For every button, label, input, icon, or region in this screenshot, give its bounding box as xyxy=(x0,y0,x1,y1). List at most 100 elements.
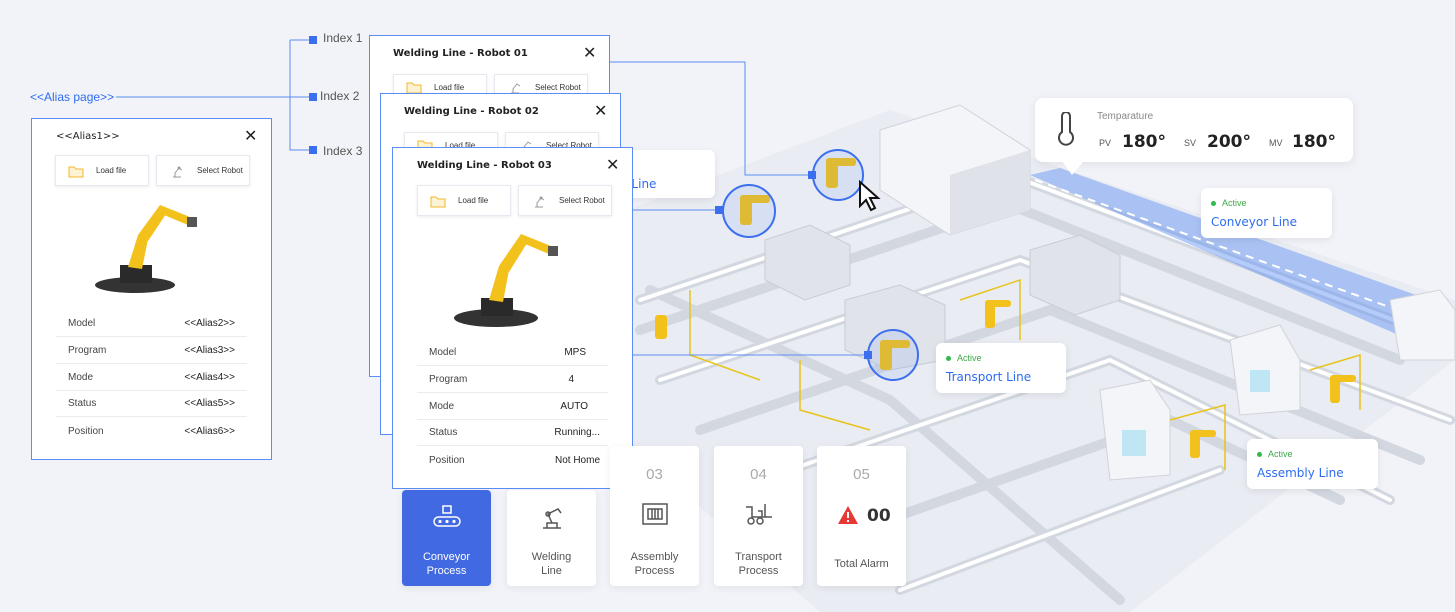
sv-value: 200° xyxy=(1207,132,1251,152)
row-key: Model xyxy=(68,318,96,329)
select-robot-button[interactable]: Select Robot xyxy=(156,155,250,186)
select-robot-label: Select Robot xyxy=(197,166,243,175)
process-label: Transport Process xyxy=(735,551,782,577)
robot-image xyxy=(95,205,197,293)
assembly-icon xyxy=(642,503,668,525)
select-robot-label: Select Robot xyxy=(559,196,605,205)
load-file-label: Load file xyxy=(434,82,465,92)
load-file-button[interactable]: Load file xyxy=(55,155,149,186)
close-icon[interactable]: ✕ xyxy=(606,158,619,174)
row-value: Not Home xyxy=(554,455,600,466)
temperature-title: Temparature xyxy=(1097,111,1154,122)
alarm-count: 00 xyxy=(867,506,891,526)
robot-card-title: Welding Line - Robot 02 xyxy=(404,106,539,117)
index-1-label[interactable]: Index 1 xyxy=(323,31,362,45)
load-file-label: Load file xyxy=(458,196,489,205)
conveyor-process-card[interactable]: Conveyor Process xyxy=(402,490,491,586)
robot-arm-icon xyxy=(511,83,521,94)
assembly-process-card[interactable]: 03 Assembly Process xyxy=(610,446,699,586)
robot-arm-icon xyxy=(535,196,545,207)
row-key: Program xyxy=(429,374,468,385)
info-row-model: Model MPS xyxy=(417,340,608,366)
row-key: Program xyxy=(68,345,107,356)
row-value: <<Alias4>> xyxy=(184,372,235,383)
robot-arm-icon xyxy=(543,508,562,529)
process-label: Conveyor Process xyxy=(422,551,471,577)
info-row-position: Position <<Alias6>> xyxy=(56,419,247,445)
select-robot-label: Select Robot xyxy=(535,82,581,92)
process-number: 05 xyxy=(853,466,870,483)
welding-line-card[interactable]: Welding Line xyxy=(507,490,596,586)
conveyor-icon xyxy=(433,505,461,527)
folder-icon xyxy=(406,82,422,94)
temperature-pointer xyxy=(1062,161,1084,175)
robot-card-03: Welding Line - Robot 03 ✕ Load file Sele… xyxy=(392,147,633,489)
info-row-mode: Mode <<Alias4>> xyxy=(56,365,247,391)
pv-label: PV xyxy=(1099,138,1112,148)
temperature-panel: Temparature PV 180° SV 200° MV 180° xyxy=(1035,98,1353,162)
folder-icon xyxy=(430,196,446,207)
total-alarm-card[interactable]: 05 00 Total Alarm xyxy=(817,446,906,586)
row-key: Status xyxy=(429,427,458,438)
alarm-icon xyxy=(838,506,858,524)
pv-value: 180° xyxy=(1122,132,1166,152)
alias-card-title: <<Alias1>> xyxy=(56,131,120,142)
close-icon[interactable]: ✕ xyxy=(583,46,596,62)
transport-process-card[interactable]: 04 Transport Process xyxy=(714,446,803,586)
row-value: 4 xyxy=(568,374,574,385)
robot-arm-icon xyxy=(173,166,183,177)
line-name: Conveyor Line xyxy=(1211,215,1298,229)
sv-label: SV xyxy=(1184,138,1197,148)
thermometer-icon xyxy=(1058,112,1074,146)
index-2-label[interactable]: Index 2 xyxy=(320,89,359,103)
conveyor-line-tag[interactable]: Active Conveyor Line xyxy=(1201,188,1332,238)
robot-card-title: Welding Line - Robot 03 xyxy=(417,160,552,171)
line-name: Transport Line xyxy=(946,370,1032,384)
close-icon[interactable]: ✕ xyxy=(594,104,607,120)
alias-card: <<Alias1>> ✕ Load file Select Robot Mode… xyxy=(31,118,272,460)
info-row-model: Model <<Alias2>> xyxy=(56,311,247,337)
info-row-program: Program <<Alias3>> xyxy=(56,338,247,364)
assembly-line-tag[interactable]: Active Assembly Line xyxy=(1247,439,1378,489)
mv-label: MV xyxy=(1269,138,1283,148)
alias-page-link[interactable]: <<Alias page>> xyxy=(30,90,114,104)
process-number: 04 xyxy=(750,466,767,483)
row-value: <<Alias3>> xyxy=(184,345,235,356)
row-value: Running... xyxy=(554,427,600,438)
info-row-position: Position Not Home xyxy=(417,448,608,474)
info-row-program: Program 4 xyxy=(417,367,608,393)
line-name: Assembly Line xyxy=(1257,466,1344,480)
process-number: 03 xyxy=(646,466,663,483)
info-row-mode: Mode AUTO xyxy=(417,394,608,420)
status-active: Active xyxy=(946,353,982,363)
close-icon[interactable]: ✕ xyxy=(244,129,257,145)
load-file-button[interactable]: Load file xyxy=(417,185,511,216)
load-file-label: Load file xyxy=(96,166,127,175)
row-key: Mode xyxy=(68,372,94,383)
row-key: Model xyxy=(429,347,457,358)
row-value: <<Alias6>> xyxy=(184,426,235,437)
row-key: Position xyxy=(429,455,465,466)
process-label: Assembly Process xyxy=(630,551,679,577)
row-value: AUTO xyxy=(560,401,588,412)
mouse-cursor-icon xyxy=(859,180,881,212)
row-value: MPS xyxy=(564,347,586,358)
folder-icon xyxy=(68,166,84,177)
info-row-status: Status Running... xyxy=(417,420,608,446)
row-key: Mode xyxy=(429,401,455,412)
select-robot-button[interactable]: Select Robot xyxy=(518,185,612,216)
info-row-status: Status <<Alias5>> xyxy=(56,391,247,417)
process-label: Welding Line xyxy=(531,551,572,577)
row-key: Position xyxy=(68,426,104,437)
status-active: Active xyxy=(1211,198,1247,208)
status-active: Active xyxy=(1257,449,1293,459)
forklift-icon xyxy=(746,504,772,525)
robot-card-title: Welding Line - Robot 01 xyxy=(393,48,528,59)
row-value: <<Alias2>> xyxy=(184,318,235,329)
process-label: Total Alarm xyxy=(834,558,889,570)
robot-image xyxy=(454,234,558,327)
index-3-label[interactable]: Index 3 xyxy=(323,144,362,158)
mv-value: 180° xyxy=(1292,132,1336,152)
transport-line-tag[interactable]: Active Transport Line xyxy=(936,343,1066,393)
row-value: <<Alias5>> xyxy=(184,398,235,409)
